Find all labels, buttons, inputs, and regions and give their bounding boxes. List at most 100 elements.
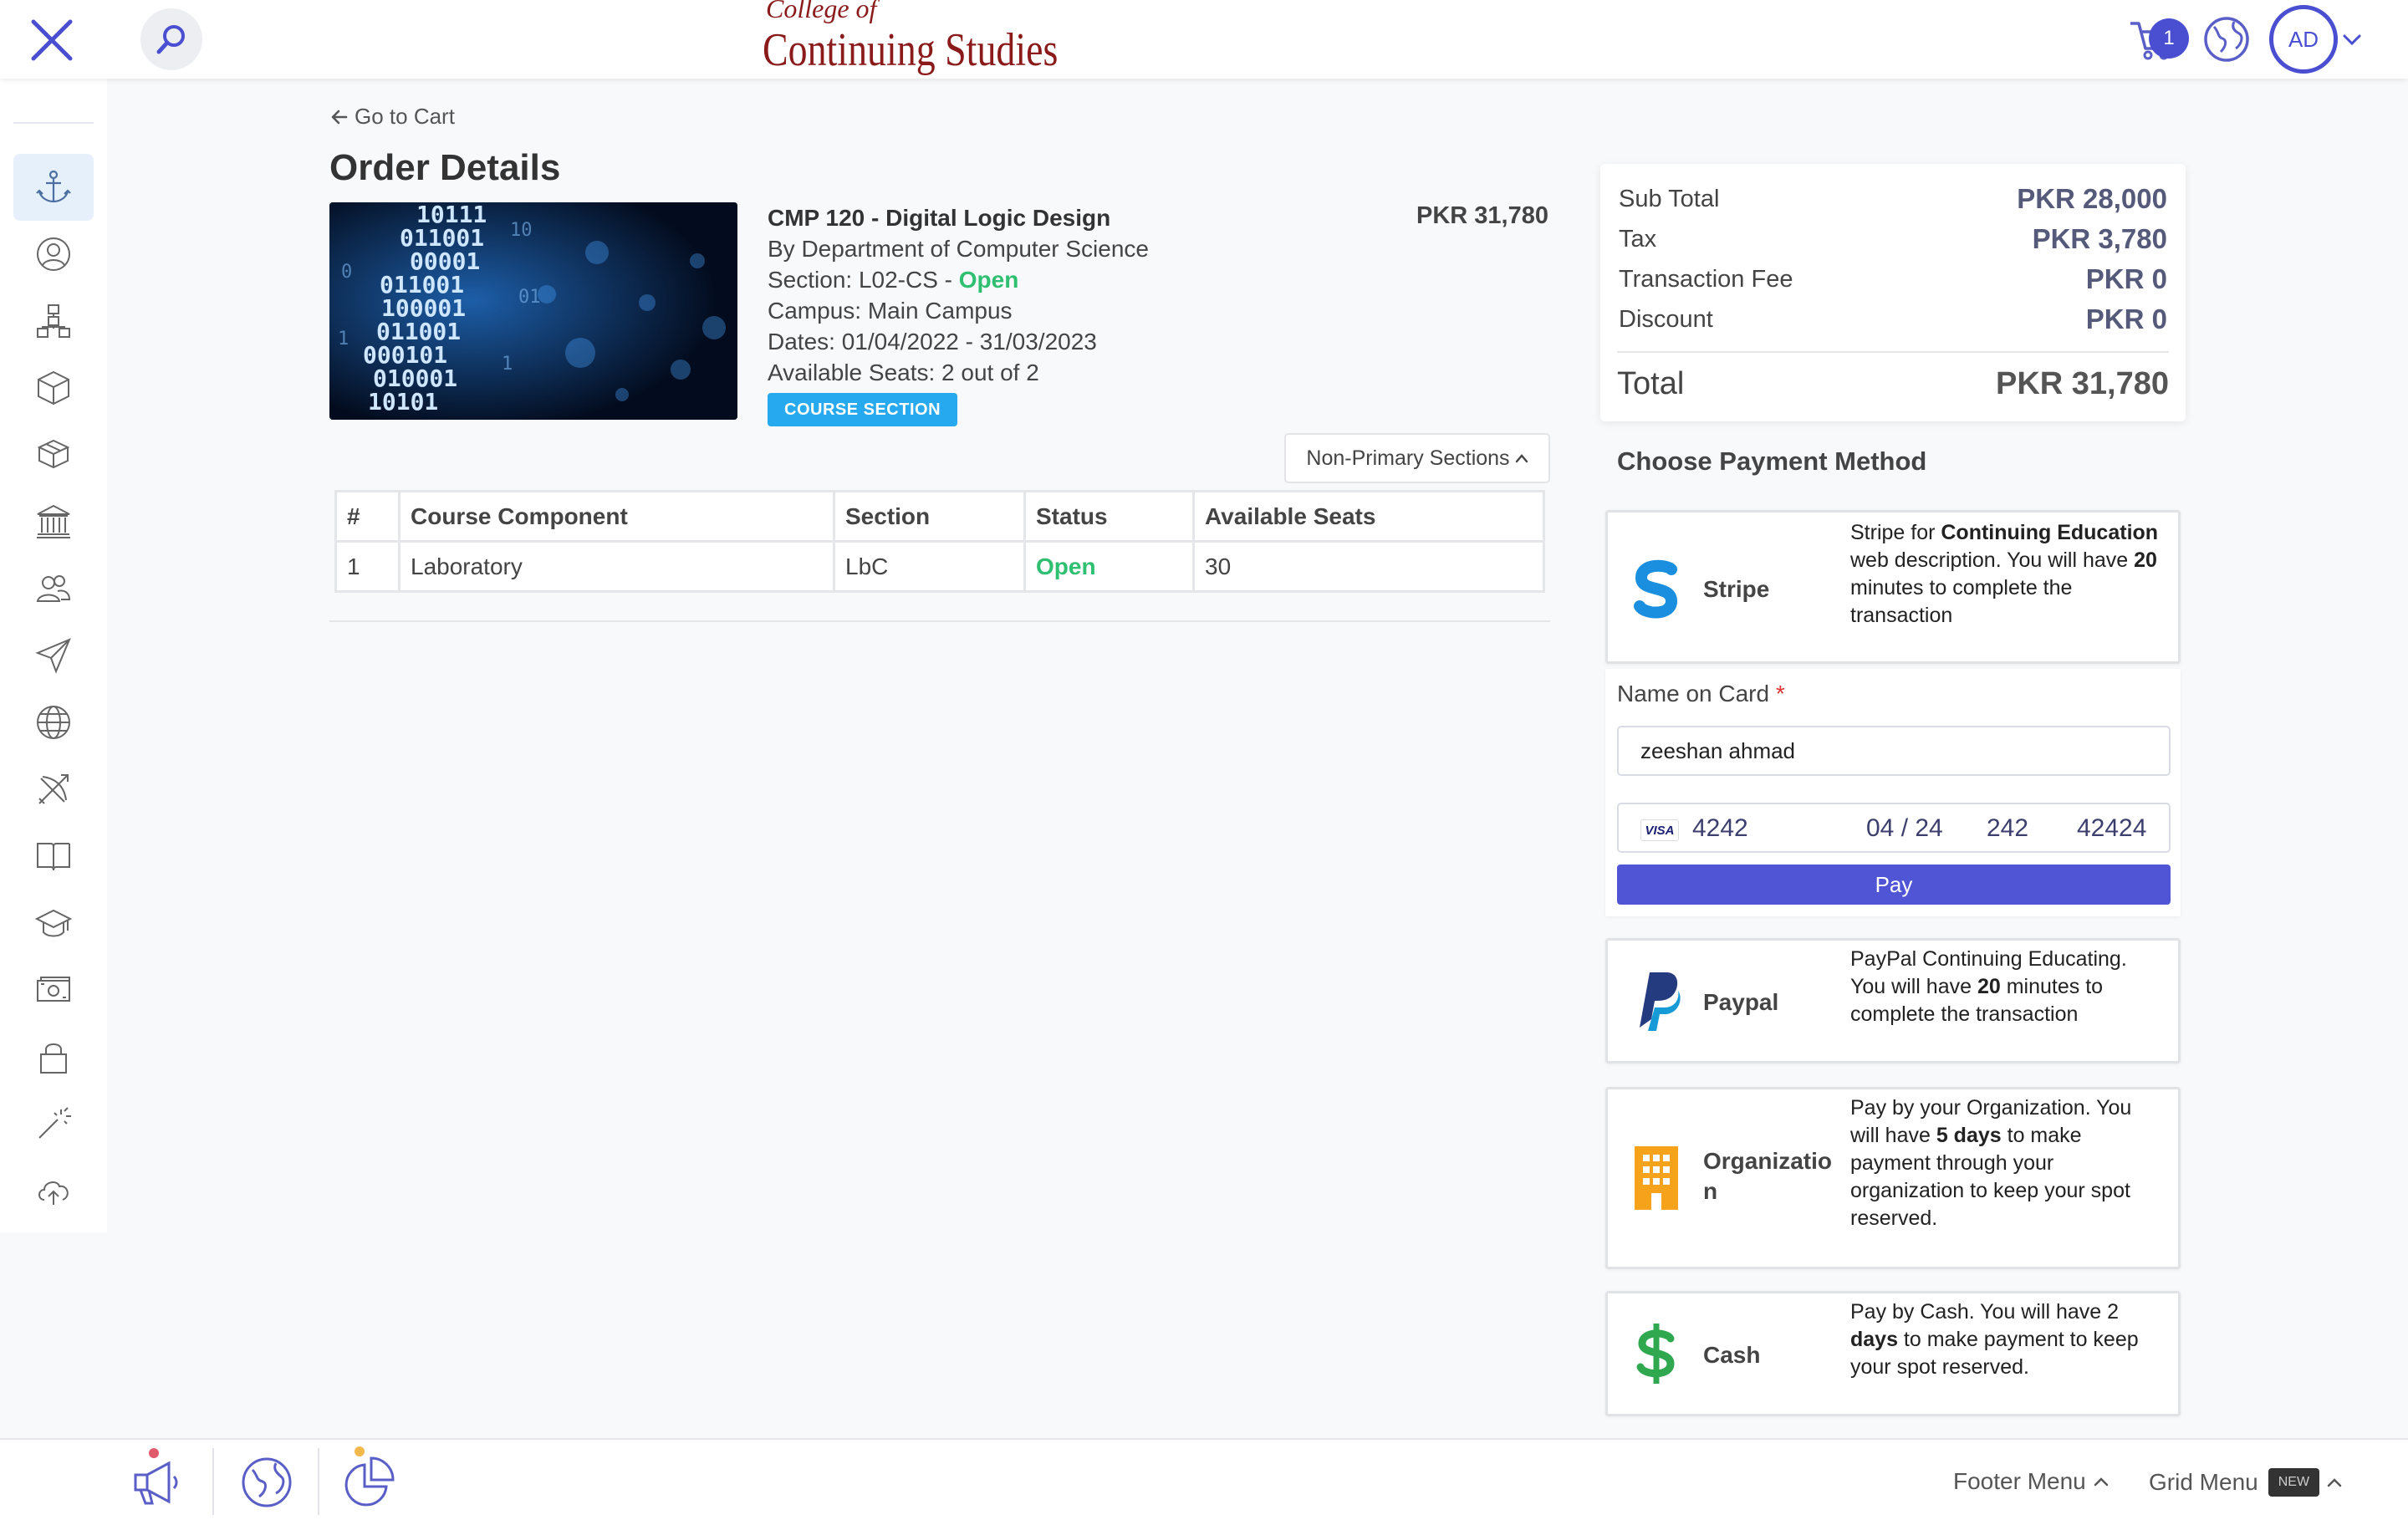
book-icon [37, 843, 70, 871]
payment-option-stripe[interactable]: Stripe Stripe for Continuing Education w… [1605, 510, 2181, 664]
chevron-down-icon[interactable] [2341, 30, 2363, 48]
payment-option-cash[interactable]: Cash Pay by Cash. You will have 2 days t… [1605, 1291, 2181, 1416]
sidebar-item-anchor[interactable] [13, 154, 94, 221]
section-status: Open [958, 267, 1019, 293]
row-seats: 30 [1192, 540, 1545, 593]
non-primary-sections-toggle[interactable]: Non-Primary Sections [1284, 433, 1550, 483]
graduation-cap-icon [34, 909, 73, 937]
sidebar-item-archery[interactable] [13, 756, 94, 823]
course-title[interactable]: CMP 120 - Digital Logic Design [768, 202, 1453, 233]
logo-line-2: Continuing Studies [763, 24, 1059, 76]
payment-method-heading: Choose Payment Method [1617, 446, 1927, 476]
stripe-name: Stripe [1703, 576, 1770, 602]
sidebar-item-upload[interactable] [13, 1157, 94, 1224]
col-component-header: Course Component [398, 490, 835, 543]
card-number-field[interactable]: 4242 [1692, 814, 1748, 843]
sidebar-item-graduation[interactable] [13, 890, 94, 956]
transaction-fee-label: Transaction Fee [1619, 265, 1793, 293]
order-summary-card: Sub Total PKR 28,000 Tax PKR 3,780 Trans… [1600, 164, 2186, 421]
svg-text:10: 10 [510, 220, 533, 241]
dollar-icon [1628, 1320, 1685, 1387]
go-to-cart-link[interactable]: Go to Cart [329, 104, 455, 130]
sidebar-item-globe[interactable] [13, 689, 94, 756]
payment-option-organization[interactable]: Organization Pay by your Organization. Y… [1605, 1087, 2181, 1269]
sidebar-item-cube[interactable] [13, 354, 94, 421]
user-avatar[interactable]: AD [2269, 5, 2338, 74]
language-globe-icon[interactable] [2202, 15, 2251, 64]
course-price: PKR 31,780 [1416, 202, 1548, 229]
content-divider [329, 620, 1550, 622]
sidebar-item-security[interactable] [13, 1023, 94, 1090]
transaction-fee-value: PKR 0 [2085, 263, 2167, 294]
name-on-card-input[interactable]: zeeshan ahmad [1617, 726, 2171, 776]
sidebar-item-users[interactable] [13, 555, 94, 622]
visa-icon: VISA [1640, 819, 1679, 841]
sidebar-item-institution[interactable] [13, 488, 94, 555]
sidebar-item-profile[interactable] [13, 221, 94, 288]
chevron-up-icon [1515, 454, 1528, 463]
pie-chart-icon[interactable] [339, 1453, 398, 1512]
subtotal-row: Sub Total PKR 28,000 [1619, 182, 2167, 216]
close-icon[interactable] [30, 18, 74, 62]
discount-label: Discount [1619, 305, 1713, 333]
top-header: College of Continuing Studies 1 AD [0, 0, 2408, 79]
organization-description: Pay by your Organization. You will have … [1850, 1096, 2132, 1230]
footer-bar: Footer Menu Grid Menu NEW [0, 1438, 2408, 1520]
pay-button[interactable]: Pay [1617, 865, 2171, 905]
organization-name: Organization [1703, 1148, 1833, 1204]
row-status: Open [1023, 540, 1195, 593]
search-button[interactable] [140, 8, 202, 70]
card-expiry-field[interactable]: 04 / 24 [1866, 814, 1943, 843]
institution-icon [37, 504, 70, 538]
archery-icon [38, 774, 69, 804]
globe-icon[interactable] [237, 1453, 296, 1512]
row-component: Laboratory [398, 540, 835, 593]
card-zip-field[interactable]: 42424 [2077, 814, 2146, 843]
lock-icon [40, 1043, 67, 1074]
discount-value: PKR 0 [2085, 303, 2167, 334]
tax-row: Tax PKR 3,780 [1619, 222, 2167, 256]
megaphone-icon[interactable] [127, 1453, 186, 1512]
course-dates: Dates: 01/04/2022 - 31/03/2023 [768, 329, 1097, 354]
footer-menu-toggle[interactable]: Footer Menu [1953, 1468, 2110, 1495]
cart-count-badge[interactable]: 1 [2149, 18, 2189, 59]
total-row: Total PKR 31,780 [1617, 361, 2169, 406]
course-component-table: # Course Component Section Status Availa… [334, 490, 1545, 593]
new-badge: NEW [2268, 1468, 2320, 1497]
table-row: 1 Laboratory LbC Open 30 [334, 540, 1545, 593]
course-image: 10111 011001 00001 011001 100001 011001 … [329, 202, 737, 420]
card-cvc-field[interactable]: 242 [1987, 814, 2028, 843]
sidebar-item-finance[interactable] [13, 956, 94, 1023]
transaction-fee-row: Transaction Fee PKR 0 [1619, 263, 2167, 296]
course-department: By Department of Computer Science [768, 236, 1149, 262]
chevron-up-icon [2094, 1477, 2108, 1487]
sidebar-item-messages[interactable] [13, 622, 94, 689]
discount-row: Discount PKR 0 [1619, 303, 2167, 336]
sidebar-item-book[interactable] [13, 823, 94, 890]
card-details-input[interactable]: VISA 4242 04 / 24 242 42424 [1617, 803, 2171, 853]
sidebar-item-magic[interactable] [13, 1090, 94, 1157]
sidebar-item-boxes[interactable] [13, 421, 94, 488]
payment-option-paypal[interactable]: Paypal PayPal Continuing Educating. You … [1605, 938, 2181, 1063]
sidebar-item-hierarchy[interactable] [13, 288, 94, 354]
magic-wand-icon [38, 1107, 71, 1139]
total-value: PKR 31,780 [1995, 365, 2169, 401]
arrow-left-icon [331, 110, 348, 124]
college-logo[interactable]: College of Continuing Studies [763, 0, 1058, 79]
stripe-description: Stripe for Continuing Education web desc… [1850, 521, 2159, 627]
footer-menu-label: Footer Menu [1953, 1468, 2086, 1494]
course-section-badge: COURSE SECTION [768, 393, 958, 426]
grid-menu-toggle[interactable]: Grid Menu NEW [2149, 1468, 2343, 1497]
money-icon [37, 977, 70, 1002]
non-primary-sections-label: Non-Primary Sections [1306, 446, 1510, 470]
grid-menu-label: Grid Menu [2149, 1469, 2258, 1495]
building-icon [1628, 1145, 1685, 1211]
footer-separator [212, 1448, 214, 1515]
go-to-cart-label: Go to Cart [355, 104, 455, 129]
course-info: CMP 120 - Digital Logic Design By Depart… [768, 202, 1453, 388]
col-number-header: # [334, 490, 400, 543]
sidebar-divider [13, 122, 94, 124]
course-campus: Campus: Main Campus [768, 298, 1013, 324]
footer-separator [318, 1448, 319, 1515]
subtotal-value: PKR 28,000 [2017, 183, 2167, 214]
